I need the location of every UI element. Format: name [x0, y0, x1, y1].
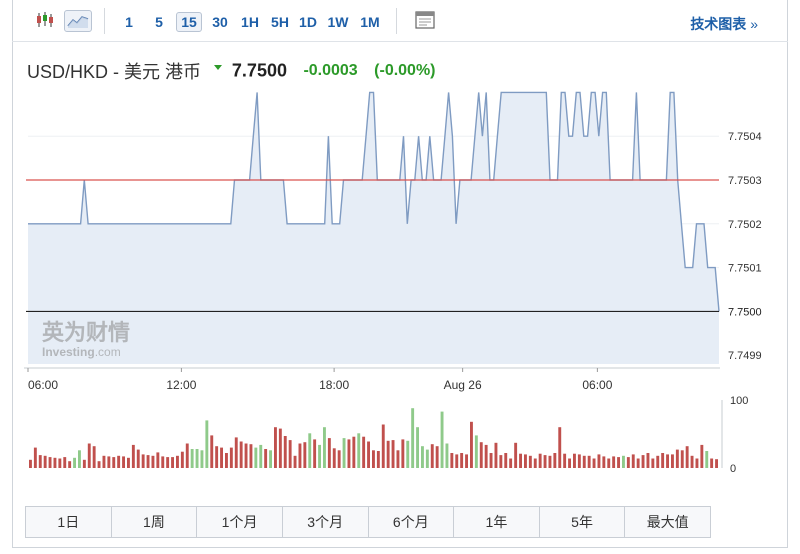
period-1y[interactable]: 1年 — [454, 507, 540, 537]
last-price-label: 7.7500 — [728, 306, 762, 318]
y-tick-label: 7.7503 — [728, 175, 762, 187]
period-1d[interactable]: 1日 — [26, 507, 112, 537]
y-tick-label: 7.7499 — [728, 350, 762, 362]
watermark-cn: 英为财情 — [42, 320, 130, 345]
y-tick-label: 7.7501 — [728, 263, 762, 275]
y-tick-label: 7.7504 — [728, 131, 762, 143]
price-chart[interactable]: 英为财情 Investing.com 7.7499 7.7500 7.7501 7.7… — [0, 0, 800, 400]
watermark-en-suffix: .com — [95, 345, 121, 359]
period-1w[interactable]: 1周 — [111, 507, 198, 537]
period-6m[interactable]: 6个月 — [368, 507, 455, 537]
x-tick-label: 12:00 — [166, 378, 196, 392]
x-tick-label: 18:00 — [319, 378, 349, 392]
period-selector: 1日 1周 1个月 3个月 6个月 1年 5年 最大值 — [25, 506, 711, 538]
x-tick-label: Aug 26 — [444, 378, 482, 392]
period-1m[interactable]: 1个月 — [197, 507, 283, 537]
x-tick-label: 06:00 — [28, 378, 58, 392]
period-5y[interactable]: 5年 — [539, 507, 626, 537]
watermark: 英为财情 Investing.com — [42, 320, 130, 359]
svg-text:Investing.com: Investing.com — [42, 345, 121, 359]
period-max[interactable]: 最大值 — [625, 507, 710, 537]
y-tick-label: 7.7502 — [728, 219, 762, 231]
price-area-fill — [28, 92, 719, 365]
x-tick-label: 06:00 — [582, 378, 612, 392]
period-3m[interactable]: 3个月 — [282, 507, 369, 537]
watermark-en: Investing — [42, 345, 95, 359]
